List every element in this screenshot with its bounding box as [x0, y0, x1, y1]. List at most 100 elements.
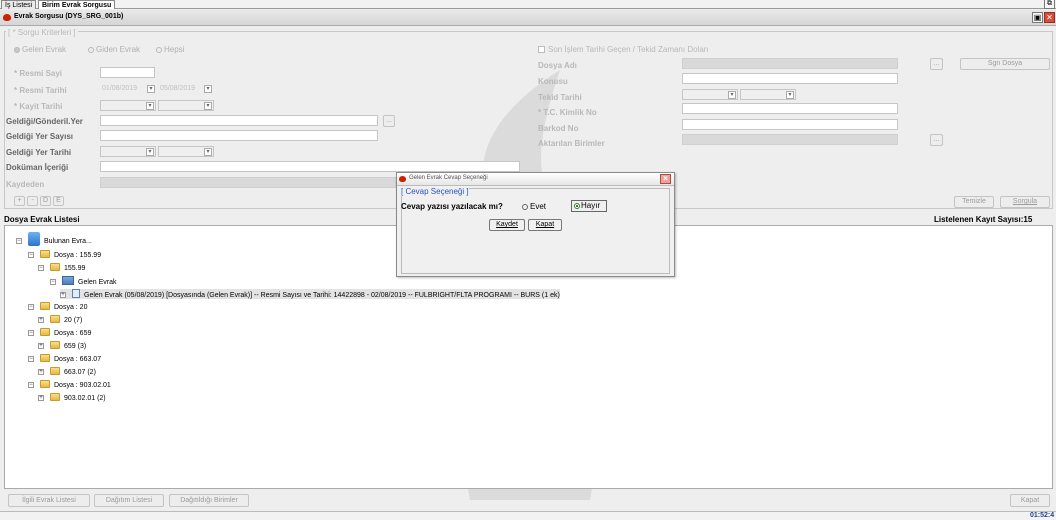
kaydet-button[interactable]: Kaydet: [489, 219, 525, 231]
collapse-icon[interactable]: −: [28, 304, 34, 310]
tree-node[interactable]: − Dosya : 20: [28, 302, 87, 312]
radio-evet[interactable]: Evet: [522, 202, 546, 211]
tree-node-label: 659 (3): [64, 343, 87, 350]
window-close-button[interactable]: ✕: [1044, 12, 1055, 23]
folder-icon: [50, 367, 60, 375]
collapse-icon[interactable]: −: [38, 265, 44, 271]
chevron-down-icon: ▾: [204, 148, 212, 156]
expand-icon[interactable]: +: [38, 369, 44, 375]
window-title-bar: Evrak Sorgusu (DYS_SRG_001b) ▣ ✕: [0, 10, 1056, 26]
aktarilan-birimler-input[interactable]: [682, 134, 898, 145]
e-icon-button[interactable]: E: [53, 196, 64, 206]
son-islem-checkbox[interactable]: [538, 46, 545, 53]
tab-birim-evrak-sorgusu[interactable]: Birim Evrak Sorgusu: [38, 0, 116, 9]
ilgili-evrak-listesi-button[interactable]: İlgili Evrak Listesi: [8, 494, 90, 507]
app-logo-icon: [3, 14, 11, 21]
add-icon-button[interactable]: +: [14, 196, 25, 206]
konusu-input[interactable]: [682, 73, 898, 84]
remove-icon-button[interactable]: -: [27, 196, 38, 206]
folder-icon: [40, 380, 50, 388]
tekid-tarihi-to-combo[interactable]: ▾: [740, 89, 796, 100]
geldigi-yer-browse-button[interactable]: ...: [383, 115, 395, 127]
dagitildigi-birimler-button[interactable]: Dağıtıldığı Birimler: [169, 494, 249, 507]
dosya-browse-button[interactable]: ...: [930, 58, 943, 70]
expand-icon[interactable]: +: [38, 395, 44, 401]
dialog-title-bar: Gelen Evrak Cevap Seçeneği ×: [397, 173, 674, 186]
geldigi-gonderil-label: Geldiği/Gönderil.Yer: [6, 117, 83, 126]
tree-node[interactable]: − Dosya : 659: [28, 328, 91, 338]
tree-node-label: 903.02.01 (2): [64, 395, 106, 402]
tree-node-label: 155.99: [64, 265, 86, 272]
radio-hepsi[interactable]: Hepsi: [156, 45, 184, 54]
tree-node[interactable]: +659 (3): [38, 341, 86, 351]
dosya-adi-input[interactable]: [682, 58, 898, 69]
dokuman-icerigi-input[interactable]: [100, 161, 520, 172]
resmi-tarihi-from[interactable]: 01/08/2019: [100, 84, 150, 95]
tree-root[interactable]: − Bulunan Evra...: [16, 232, 92, 246]
collapse-icon[interactable]: −: [28, 356, 34, 362]
collapse-icon[interactable]: −: [16, 238, 22, 244]
sorgula-button[interactable]: Sorgula: [1000, 196, 1050, 208]
chevron-down-icon: ▾: [146, 148, 154, 156]
radio-gelen-label: Gelen Evrak: [22, 45, 67, 54]
kaydeden-input[interactable]: [100, 177, 396, 188]
tree-node[interactable]: − Dosya : 903.02.01: [28, 380, 111, 390]
chevron-down-icon: ▾: [204, 85, 212, 93]
clock-time: 01:52:4: [1030, 512, 1055, 519]
tab-is-listesi[interactable]: İş Listesi: [1, 0, 37, 9]
kayit-tarihi-to-combo[interactable]: ▾: [158, 100, 214, 111]
expand-icon[interactable]: +: [60, 292, 66, 298]
tree-node-document[interactable]: + Gelen Evrak (05/08/2019) [Dosyasında (G…: [60, 289, 560, 299]
geldigi-yer-sayisi-input[interactable]: [100, 130, 378, 141]
expand-icon[interactable]: +: [38, 317, 44, 323]
chevron-down-icon: ▾: [728, 91, 736, 99]
tree-node-label: 663.07 (2): [64, 369, 96, 376]
collapse-icon[interactable]: −: [28, 330, 34, 336]
kapat-button[interactable]: Kapat: [1010, 494, 1050, 507]
resmi-tarihi-to[interactable]: 05/08/2019: [158, 84, 208, 95]
chevron-down-icon: ▾: [147, 85, 155, 93]
sgn-dosya-button[interactable]: Sgn Dosya: [960, 58, 1050, 70]
close-icon[interactable]: ×: [660, 174, 671, 184]
tree-node[interactable]: +663.07 (2): [38, 367, 96, 377]
geldigi-yer-tarihi-to-combo[interactable]: ▾: [158, 146, 214, 157]
d-icon-button[interactable]: D: [40, 196, 51, 206]
radio-giden-label: Giden Evrak: [96, 45, 141, 54]
tree-node[interactable]: +903.02.01 (2): [38, 393, 106, 403]
tree-node[interactable]: − Gelen Evrak: [50, 276, 117, 286]
radio-hayir[interactable]: Hayır: [571, 200, 607, 212]
radio-dot-icon: [522, 204, 528, 210]
dagitim-listesi-button[interactable]: Dağıtım Listesi: [94, 494, 164, 507]
collapse-icon[interactable]: −: [28, 252, 34, 258]
tree-node-label: Dosya : 903.02.01: [54, 382, 111, 389]
barkod-no-input[interactable]: [682, 119, 898, 130]
dokuman-icerigi-label: Doküman İçeriği: [6, 163, 69, 172]
tree-node[interactable]: − Dosya : 155.99: [28, 250, 101, 260]
tree-node-label: Gelen Evrak: [78, 279, 117, 286]
collapse-icon[interactable]: −: [28, 382, 34, 388]
date-from-dropdown[interactable]: ▾: [146, 84, 156, 95]
radio-gelen-evrak[interactable]: Gelen Evrak: [14, 45, 66, 54]
resmi-sayi-label: * Resmi Sayi: [14, 69, 63, 78]
aktarilan-browse-button[interactable]: ...: [930, 134, 943, 146]
collapse-icon[interactable]: −: [50, 279, 56, 285]
geldigi-gonderil-input[interactable]: [100, 115, 378, 126]
kapat-dialog-button[interactable]: Kapat: [528, 219, 562, 231]
radio-giden-evrak[interactable]: Giden Evrak: [88, 45, 140, 54]
restore-icon[interactable]: ⧉: [1044, 0, 1055, 9]
radio-dot-icon: [156, 47, 162, 53]
temizle-button[interactable]: Temizle: [954, 196, 994, 208]
tekid-tarihi-from-combo[interactable]: ▾: [682, 89, 738, 100]
tree-node[interactable]: − 155.99: [38, 263, 85, 273]
kayit-tarihi-from-combo[interactable]: ▾: [100, 100, 156, 111]
tree-node[interactable]: − Dosya : 663.07: [28, 354, 101, 364]
expand-icon[interactable]: +: [38, 343, 44, 349]
tree-node[interactable]: +20 (7): [38, 315, 82, 325]
tc-kimlik-input[interactable]: [682, 103, 898, 114]
geldigi-yer-tarihi-from-combo[interactable]: ▾: [100, 146, 156, 157]
radio-selected-icon: [574, 203, 580, 209]
question-label: Cevap yazısı yazılacak mı?: [401, 202, 503, 211]
maximize-icon[interactable]: ▣: [1032, 12, 1043, 23]
date-to-dropdown[interactable]: ▾: [203, 84, 213, 95]
resmi-sayi-input[interactable]: [100, 67, 155, 78]
